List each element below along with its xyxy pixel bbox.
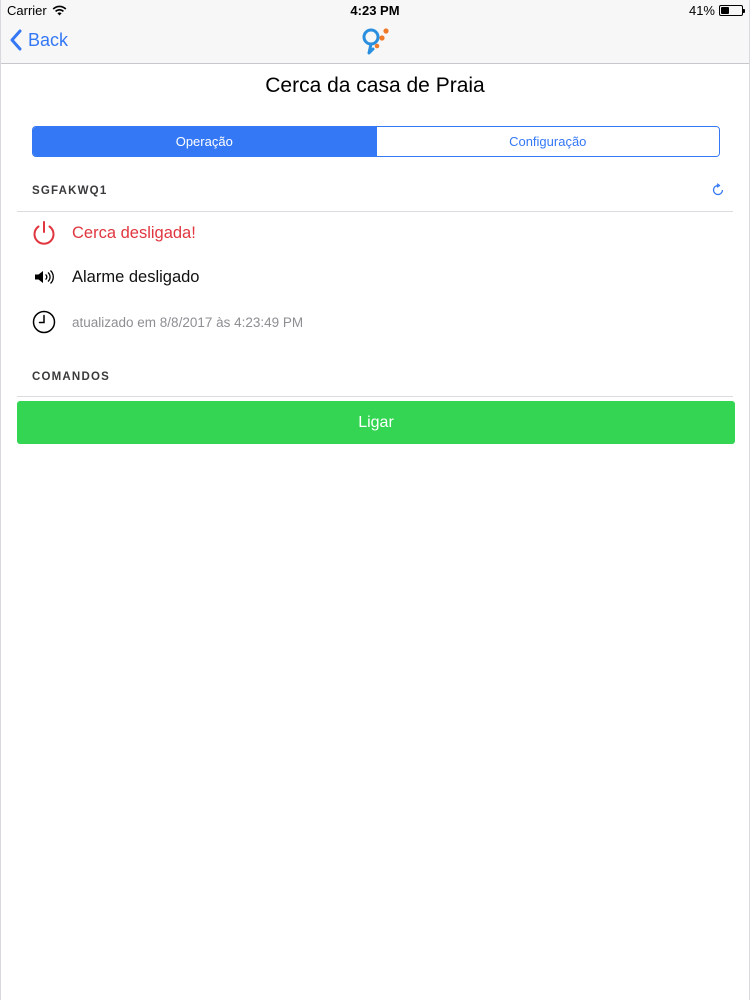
app-logo-icon xyxy=(362,28,389,55)
commands-header: COMANDOS xyxy=(32,371,110,383)
battery-percent: 41% xyxy=(688,3,715,18)
tab-operacao[interactable]: Operação xyxy=(33,127,376,156)
updated-row: atualizado em 8/8/2017 às 4:23:49 PM xyxy=(31,309,303,335)
commands-divider xyxy=(17,396,733,397)
device-id-header: SGFAKWQ1 xyxy=(32,185,108,197)
section-divider xyxy=(17,211,733,212)
fence-status-text: Cerca desligada! xyxy=(72,223,196,242)
app-screen: Carrier 4:23 PM 41% Back Cerca da casa d… xyxy=(0,0,750,1000)
speaker-icon xyxy=(31,264,57,290)
refresh-icon[interactable] xyxy=(711,183,725,197)
clock-icon xyxy=(31,309,57,335)
segmented-control: Operação Configuração xyxy=(32,126,720,157)
page-title: Cerca da casa de Praia xyxy=(265,74,485,97)
chevron-left-icon xyxy=(10,29,22,51)
back-label: Back xyxy=(28,29,69,50)
power-icon xyxy=(31,220,57,246)
tab-configuracao[interactable]: Configuração xyxy=(375,127,719,156)
navigation-bar: Back xyxy=(1,20,749,64)
battery-fill xyxy=(721,7,730,14)
updated-timestamp: atualizado em 8/8/2017 às 4:23:49 PM xyxy=(72,314,304,330)
fence-status-row: Cerca desligada! xyxy=(31,220,196,246)
back-button[interactable]: Back xyxy=(9,29,68,51)
alarm-status-text: Alarme desligado xyxy=(72,267,200,286)
status-time: 4:23 PM xyxy=(350,3,400,18)
alarm-status-row: Alarme desligado xyxy=(31,264,200,290)
status-right: 41% xyxy=(688,3,745,18)
battery-icon xyxy=(719,5,745,16)
ligar-button[interactable]: Ligar xyxy=(17,401,735,444)
status-bar: Carrier 4:23 PM 41% xyxy=(1,0,749,20)
